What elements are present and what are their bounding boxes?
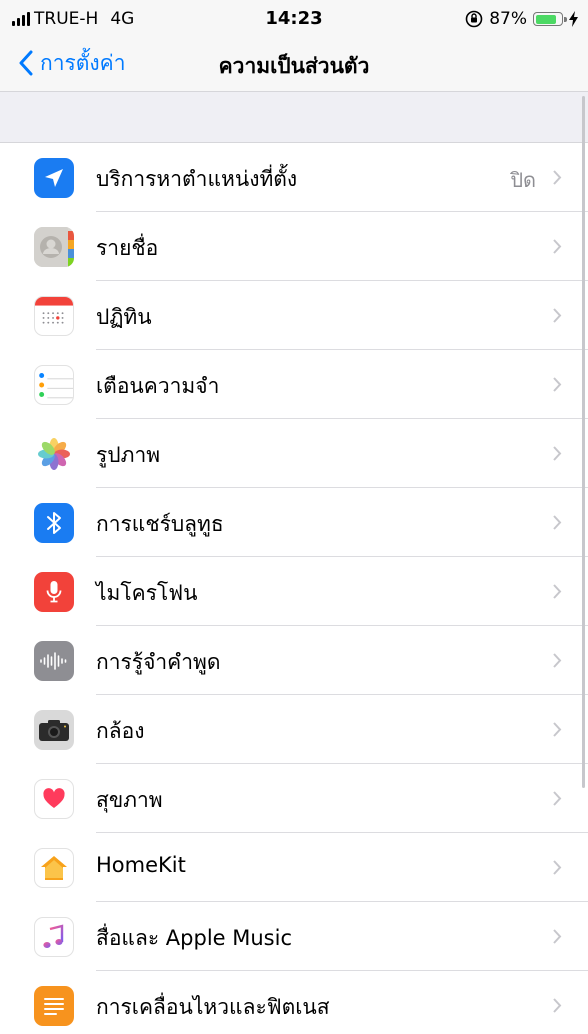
chevron-right-icon — [553, 929, 562, 944]
chevron-right-icon — [553, 308, 562, 323]
speech-recognition-icon — [34, 641, 74, 681]
chevron-right-icon — [553, 239, 562, 254]
row-label: กล้อง — [96, 719, 145, 743]
chevron-right-icon — [553, 446, 562, 461]
row-motion-fitness[interactable]: การเคลื่อนไหวและฟิตเนส — [0, 971, 588, 1034]
row-calendar[interactable]: ปฏิทิน — [0, 281, 588, 350]
navigation-bar: การตั้งค่า ความเป็นส่วนตัว — [0, 36, 588, 92]
row-label: รายชื่อ — [96, 236, 159, 260]
homekit-icon — [34, 848, 74, 888]
privacy-settings-screen: TRUE-H 4G 14:23 87% การตั้งค่า ความเป็นส… — [0, 0, 588, 1034]
contacts-icon — [34, 227, 74, 267]
battery-icon — [533, 12, 567, 26]
chevron-right-icon — [553, 860, 562, 875]
camera-icon — [34, 710, 74, 750]
chevron-right-icon — [553, 998, 562, 1013]
row-label: สุขภาพ — [96, 788, 163, 812]
location-arrow-icon — [34, 158, 74, 198]
battery-level-fill — [535, 14, 557, 24]
row-label: HomeKit — [96, 853, 186, 877]
row-bluetooth-sharing[interactable]: การแชร์บลูทูธ — [0, 488, 588, 557]
chevron-right-icon — [553, 653, 562, 668]
orientation-lock-icon — [465, 10, 483, 28]
status-right: 87% — [465, 9, 578, 29]
row-label: ไมโครโฟน — [96, 581, 198, 605]
status-bar: TRUE-H 4G 14:23 87% — [0, 0, 588, 36]
photos-icon — [34, 434, 74, 474]
row-homekit[interactable]: HomeKit — [0, 833, 588, 902]
row-microphone[interactable]: ไมโครโฟน — [0, 557, 588, 626]
row-media-apple-music[interactable]: สื่อและ Apple Music — [0, 902, 588, 971]
row-label: การรู้จำคำพูด — [96, 650, 221, 674]
row-health[interactable]: สุขภาพ — [0, 764, 588, 833]
battery-percent: 87% — [489, 9, 527, 29]
bluetooth-icon — [34, 503, 74, 543]
calendar-icon — [34, 296, 74, 336]
row-photos[interactable]: รูปภาพ — [0, 419, 588, 488]
motion-fitness-icon — [34, 986, 74, 1026]
chevron-right-icon — [553, 722, 562, 737]
row-label: ปฏิทิน — [96, 305, 152, 329]
row-reminders[interactable]: เตือนความจำ — [0, 350, 588, 419]
row-label: การเคลื่อนไหวและฟิตเนส — [96, 995, 330, 1019]
reminders-icon — [34, 365, 74, 405]
row-label: สื่อและ Apple Music — [96, 926, 292, 950]
chevron-right-icon — [553, 791, 562, 806]
row-speech-recognition[interactable]: การรู้จำคำพูด — [0, 626, 588, 695]
chevron-right-icon — [553, 170, 562, 185]
microphone-icon — [34, 572, 74, 612]
row-label: บริการหาตำแหน่งที่ตั้ง — [96, 167, 298, 191]
privacy-list: บริการหาตำแหน่งที่ตั้ง ปิด รายชื่อ ปฏิทิ… — [0, 142, 588, 1034]
music-note-icon — [34, 917, 74, 957]
chevron-right-icon — [553, 515, 562, 530]
row-location-services[interactable]: บริการหาตำแหน่งที่ตั้ง ปิด — [0, 143, 588, 212]
row-contacts[interactable]: รายชื่อ — [0, 212, 588, 281]
row-label: เตือนความจำ — [96, 374, 220, 398]
row-label: การแชร์บลูทูธ — [96, 512, 224, 536]
page-title: ความเป็นส่วนตัว — [218, 54, 370, 78]
health-heart-icon — [34, 779, 74, 819]
row-label: รูปภาพ — [96, 443, 161, 467]
chevron-right-icon — [553, 584, 562, 599]
charging-bolt-icon — [569, 11, 578, 27]
row-value: ปิด — [510, 168, 536, 192]
chevron-right-icon — [553, 377, 562, 392]
scroll-indicator[interactable] — [582, 96, 585, 788]
row-camera[interactable]: กล้อง — [0, 695, 588, 764]
